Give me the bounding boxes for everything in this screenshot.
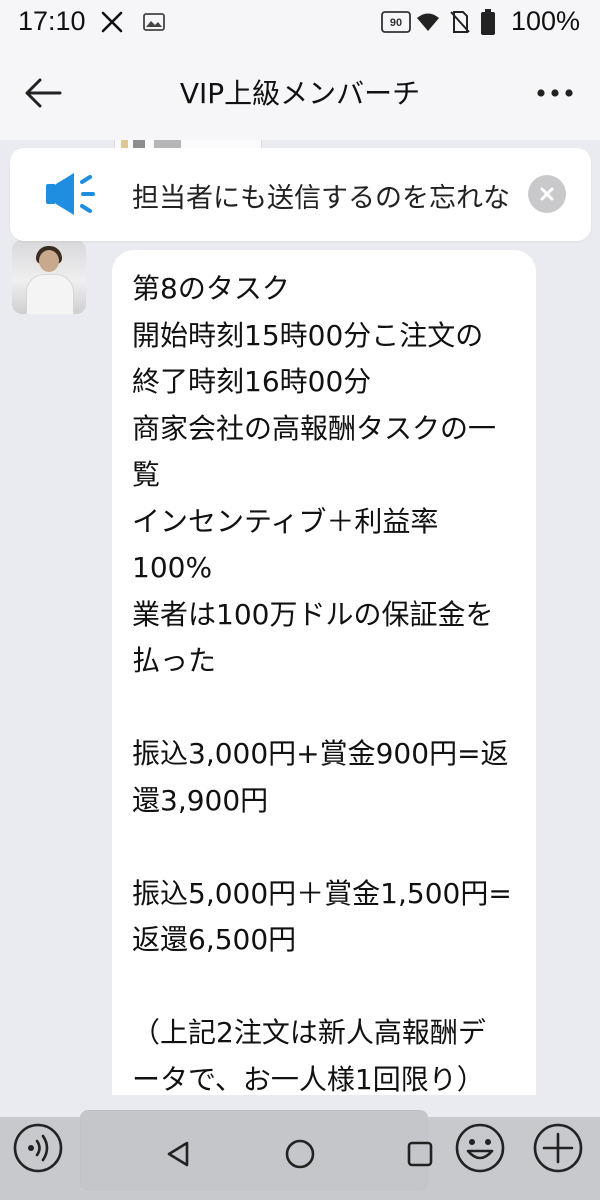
chat-header: VIP上級メンバーチ (0, 46, 600, 140)
emoji-icon (455, 1123, 505, 1173)
nav-home-icon (285, 1139, 315, 1169)
message-line: 払った (132, 644, 217, 677)
message-line: 振込3,000円+賞金900円=返 (132, 737, 509, 770)
plus-icon (533, 1123, 583, 1173)
chat-title: VIP上級メンバーチ (179, 77, 421, 110)
image-icon (140, 8, 168, 36)
message-line: 第8のタスク (132, 272, 290, 305)
close-icon (540, 187, 554, 201)
no-sim-icon (446, 8, 474, 36)
x-logo-icon (98, 8, 126, 36)
emoji-button[interactable] (452, 1120, 508, 1176)
message-line: 終了時刻16時00分 (132, 365, 372, 398)
message-line: 商家会社の高報酬タスクの一 (132, 411, 497, 445)
message-line: 還3,900円 (132, 783, 269, 817)
plus-button[interactable] (530, 1120, 586, 1176)
status-bar: 17:10 90 100% (0, 0, 600, 46)
message-line: 覧 (132, 458, 161, 491)
message-line: 返還6,500円 (132, 923, 297, 956)
sender-avatar[interactable] (12, 240, 86, 314)
message-line: インセンティブ＋利益率 (132, 504, 439, 538)
battery-icon (478, 8, 498, 36)
nav-back-icon (167, 1141, 189, 1167)
nav-recent-icon (407, 1141, 433, 1167)
close-notice-button[interactable] (528, 175, 566, 213)
message-input[interactable] (80, 1110, 428, 1190)
message-line: 振込5,000円＋賞金1,500円= (132, 876, 512, 910)
wifi-icon (414, 8, 442, 36)
refresh-rate-icon: 90 (380, 8, 412, 36)
voice-button[interactable] (10, 1120, 66, 1176)
speaker-icon (46, 173, 95, 215)
status-time: 17:10 (18, 6, 86, 36)
message-line: 開始時刻15時00分こ注文の (132, 318, 484, 352)
message-line: （上記2注文は新人高報酬デ (132, 1016, 486, 1049)
message-line: ータで、お一人様1回限り） (132, 1062, 485, 1096)
message-text: 第8のタスク開始時刻15時00分こ注文の 終了時刻16時00分商家会社の高報酬タス… (132, 266, 516, 1095)
message-line: 業者は100万ドルの保証金を (132, 597, 494, 631)
battery-percent: 100% (510, 6, 580, 36)
refresh-rate-value: 90 (390, 17, 402, 29)
message-line: 100% (132, 551, 213, 584)
voice-icon (13, 1123, 63, 1173)
nav-back-button[interactable] (156, 1132, 200, 1176)
more-dots-icon (537, 89, 573, 97)
more-options-button[interactable] (530, 70, 580, 116)
message-bubble[interactable]: 第8のタスク開始時刻15時00分こ注文の 終了時刻16時00分商家会社の高報酬タス… (112, 250, 536, 1095)
nav-recent-button[interactable] (398, 1132, 442, 1176)
notice-banner[interactable]: 担当者にも送信するのを忘れな (10, 148, 591, 241)
nav-home-button[interactable] (278, 1132, 322, 1176)
chat-area[interactable]: 第8のタスク開始時刻15時00分こ注文の 終了時刻16時00分商家会社の高報酬タス… (0, 140, 600, 1095)
notice-text: 担当者にも送信するのを忘れな (132, 183, 510, 214)
